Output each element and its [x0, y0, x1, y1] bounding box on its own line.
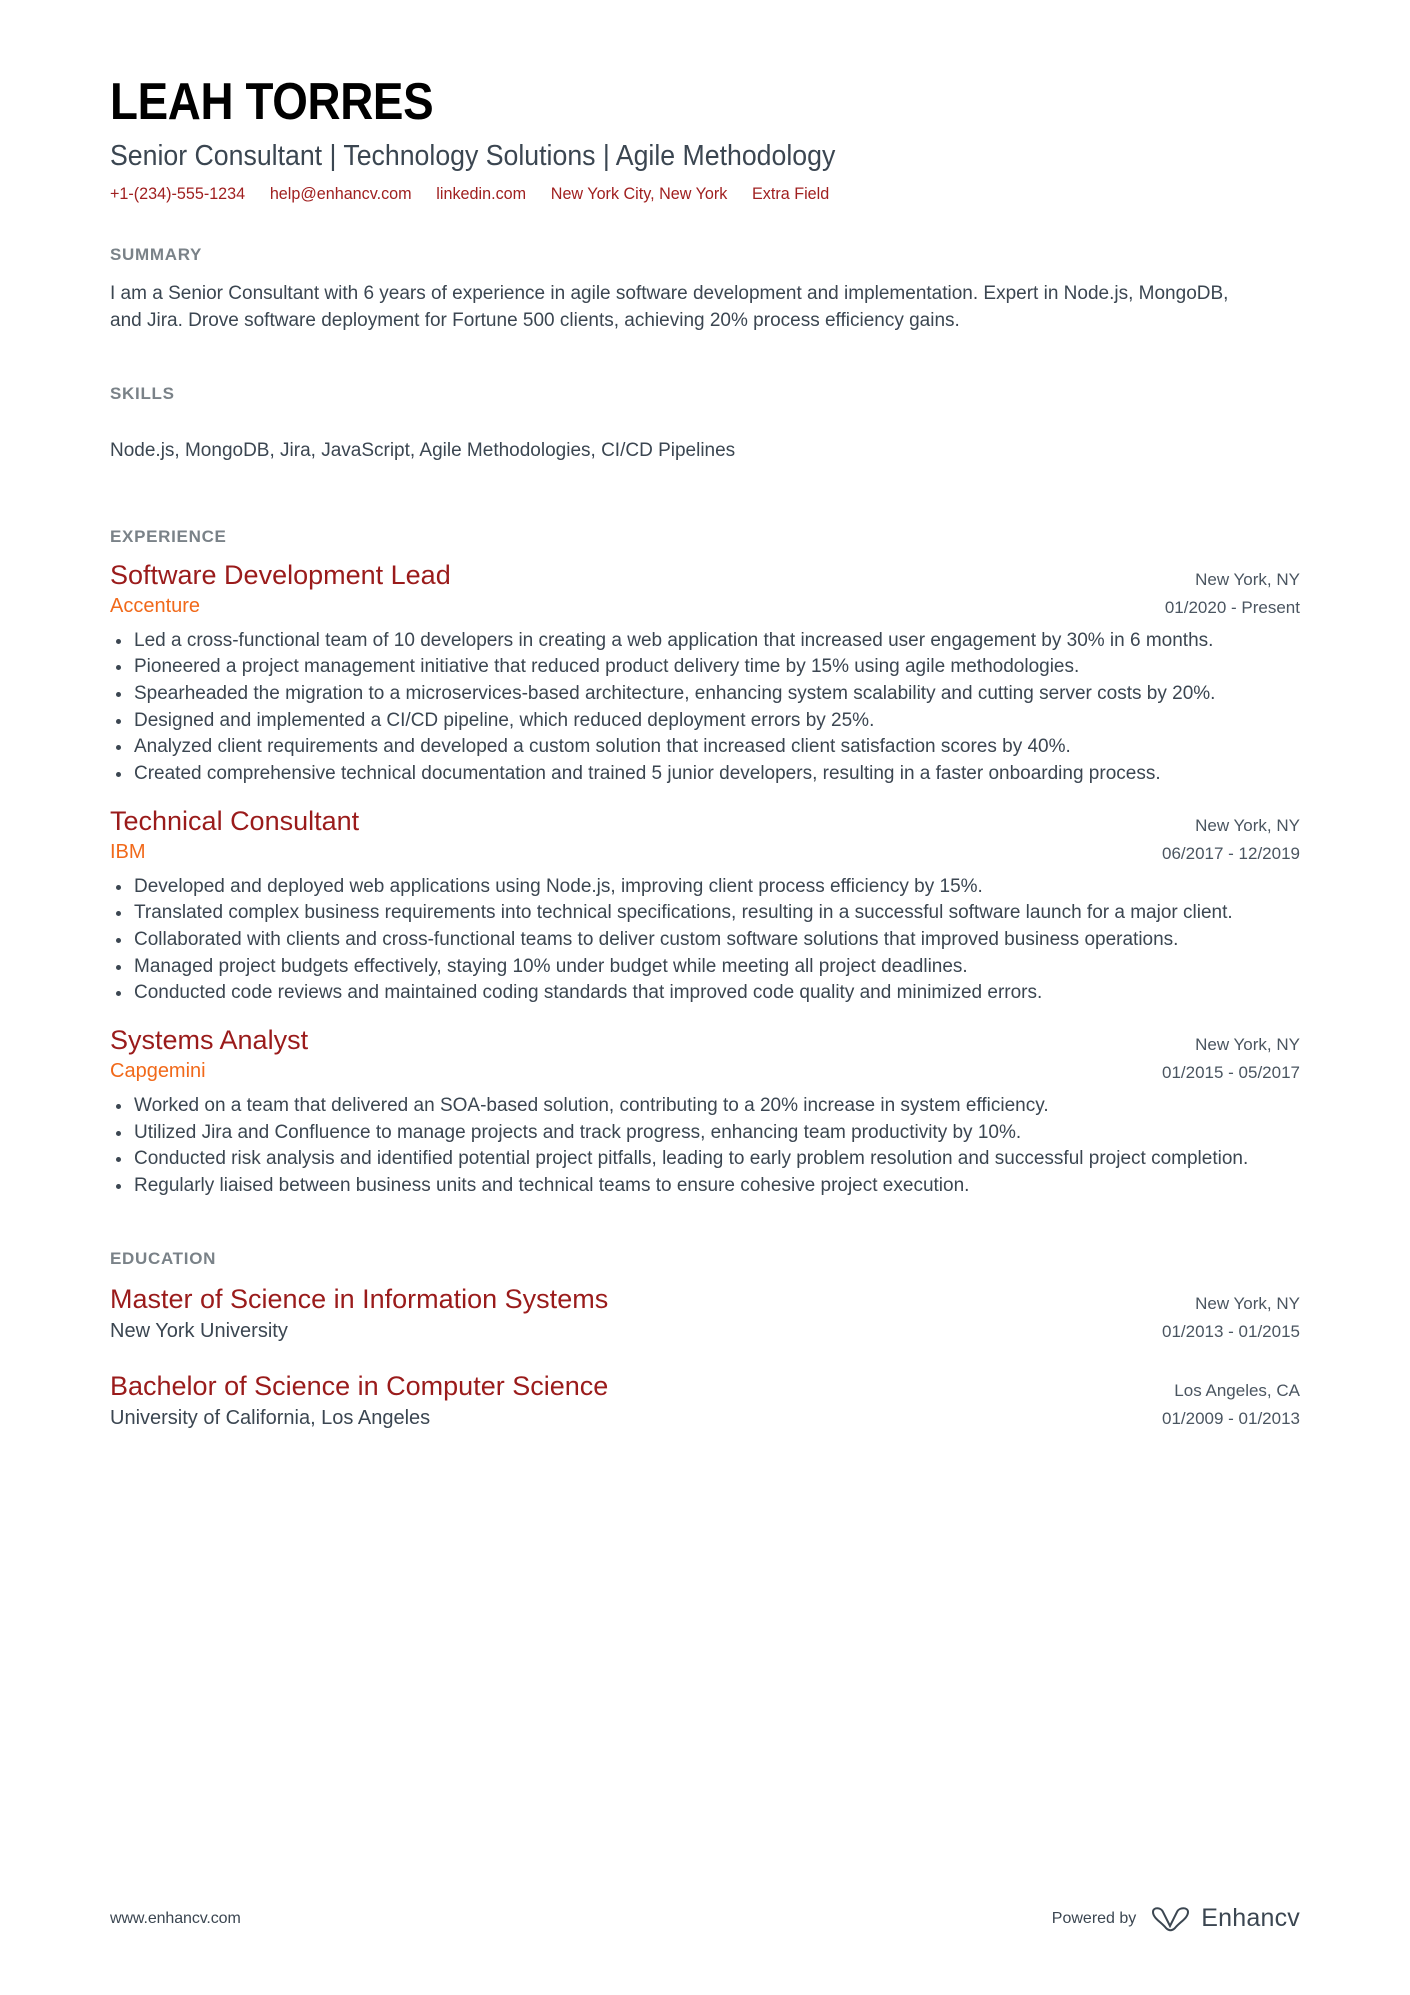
education-school: New York University	[110, 1319, 288, 1342]
section-title-experience: EXPERIENCE	[110, 527, 227, 547]
resume-header: LEAH TORRES Senior Consultant | Technolo…	[110, 75, 1300, 206]
experience-entry-main: Systems Analyst Capgemini	[110, 1024, 1138, 1084]
experience-entry-main: Software Development Lead Accenture	[110, 559, 1141, 619]
experience-job-title: Systems Analyst	[110, 1024, 309, 1055]
section-summary: SUMMARY I am a Senior Consultant with 6 …	[110, 244, 1300, 335]
bullet-item: Spearheaded the migration to a microserv…	[110, 681, 1300, 707]
resume-footer: www.enhancv.com Powered by Enhancv	[110, 1904, 1300, 1933]
candidate-name: LEAH TORRES	[110, 73, 434, 131]
education-entry-main: Master of Science in Information Systems…	[110, 1283, 1138, 1344]
education-entry-main: Bachelor of Science in Computer Science …	[110, 1370, 1138, 1431]
bullet-item: Led a cross-functional team of 10 develo…	[110, 628, 1300, 654]
contact-location: New York City, New York	[550, 183, 728, 203]
experience-entry: Systems Analyst Capgemini New York, NY 0…	[110, 1024, 1300, 1199]
education-entry-header: Bachelor of Science in Computer Science …	[110, 1370, 1300, 1433]
bullet-item: Conducted risk analysis and identified p…	[110, 1146, 1300, 1172]
bullet-item: Worked on a team that delivered an SOA-b…	[110, 1093, 1300, 1119]
experience-entry-header: Systems Analyst Capgemini New York, NY 0…	[110, 1024, 1300, 1087]
summary-text: I am a Senior Consultant with 6 years of…	[110, 282, 1229, 332]
section-experience: EXPERIENCE Software Development Lead Acc…	[110, 526, 1300, 1198]
section-title-summary: SUMMARY	[110, 244, 203, 264]
footer-branding: Powered by Enhancv	[1052, 1904, 1300, 1933]
education-location: New York, NY	[1195, 1293, 1300, 1313]
experience-bullets: Led a cross-functional team of 10 develo…	[110, 628, 1300, 787]
skills-list: Node.js, MongoDB, Jira, JavaScript, Agil…	[110, 439, 736, 461]
experience-company: Accenture	[110, 594, 201, 617]
powered-by-label: Powered by	[1051, 1909, 1137, 1927]
experience-entry-header: Technical Consultant IBM New York, NY 06…	[110, 805, 1300, 868]
contact-phone[interactable]: +1-(234)-555-1234	[110, 182, 245, 206]
experience-entry-meta: New York, NY 01/2015 - 05/2017	[1138, 1024, 1300, 1087]
contact-linkedin[interactable]: linkedin.com	[436, 182, 526, 206]
bullet-item: Pioneered a project management initiativ…	[110, 654, 1300, 680]
bullet-item: Utilized Jira and Confluence to manage p…	[110, 1120, 1300, 1146]
education-entry-meta: Los Angeles, CA 01/2009 - 01/2013	[1138, 1370, 1300, 1433]
experience-entry-main: Technical Consultant IBM	[110, 805, 1138, 865]
footer-website-url[interactable]: www.enhancv.com	[110, 1910, 241, 1928]
experience-dates: 01/2020 - Present	[1164, 597, 1300, 617]
bullet-item: Regularly liaised between business units…	[110, 1173, 1300, 1199]
section-title-skills: SKILLS	[110, 383, 175, 403]
education-degree: Bachelor of Science in Computer Science	[110, 1370, 609, 1401]
education-entry: Bachelor of Science in Computer Science …	[110, 1370, 1300, 1433]
candidate-headline: Senior Consultant | Technology Solutions…	[110, 139, 836, 172]
experience-location: New York, NY	[1195, 815, 1300, 835]
contact-email[interactable]: help@enhancv.com	[270, 182, 412, 206]
experience-company: IBM	[110, 840, 146, 863]
bullet-item: Created comprehensive technical document…	[110, 761, 1300, 787]
contact-extra-field: Extra Field	[752, 183, 830, 203]
experience-bullets: Worked on a team that delivered an SOA-b…	[110, 1093, 1300, 1199]
resume-page: LEAH TORRES Senior Consultant | Technolo…	[0, 0, 1410, 1995]
bullet-item: Developed and deployed web applications …	[110, 874, 1300, 900]
contact-row: +1-(234)-555-1234 help@enhancv.com linke…	[110, 182, 1241, 206]
experience-bullets: Developed and deployed web applications …	[110, 874, 1300, 1006]
brand-name: Enhancv	[1201, 1904, 1300, 1932]
experience-location: New York, NY	[1195, 569, 1300, 589]
bullet-item: Collaborated with clients and cross-func…	[110, 927, 1300, 953]
education-degree: Master of Science in Information Systems	[110, 1283, 609, 1314]
education-entry-meta: New York, NY 01/2013 - 01/2015	[1138, 1283, 1300, 1346]
bullet-item: Conducted code reviews and maintained co…	[110, 980, 1300, 1006]
education-dates: 01/2009 - 01/2013	[1161, 1408, 1300, 1428]
experience-entry: Software Development Lead Accenture New …	[110, 559, 1300, 787]
experience-entry: Technical Consultant IBM New York, NY 06…	[110, 805, 1300, 1006]
education-entry-header: Master of Science in Information Systems…	[110, 1283, 1300, 1346]
experience-job-title: Software Development Lead	[110, 559, 451, 590]
education-entry: Master of Science in Information Systems…	[110, 1283, 1300, 1346]
bullet-item: Analyzed client requirements and develop…	[110, 734, 1300, 760]
section-title-education: EDUCATION	[110, 1249, 217, 1269]
section-skills: SKILLS Node.js, MongoDB, Jira, JavaScrip…	[110, 383, 1300, 465]
bullet-item: Managed project budgets effectively, sta…	[110, 954, 1300, 980]
experience-company: Capgemini	[110, 1060, 206, 1083]
bullet-item: Translated complex business requirements…	[110, 900, 1300, 926]
education-school: University of California, Los Angeles	[110, 1407, 431, 1430]
education-dates: 01/2013 - 01/2015	[1161, 1321, 1300, 1341]
enhancv-logo: Enhancv	[1150, 1904, 1300, 1933]
experience-dates: 01/2015 - 05/2017	[1161, 1062, 1300, 1082]
experience-job-title: Technical Consultant	[110, 805, 360, 836]
experience-entry-header: Software Development Lead Accenture New …	[110, 559, 1300, 622]
education-location: Los Angeles, CA	[1174, 1380, 1300, 1400]
enhancv-mark-icon	[1152, 1906, 1190, 1931]
section-education: EDUCATION Master of Science in Informati…	[110, 1248, 1300, 1432]
experience-entry-meta: New York, NY 06/2017 - 12/2019	[1138, 805, 1300, 868]
experience-location: New York, NY	[1195, 1034, 1300, 1054]
experience-dates: 06/2017 - 12/2019	[1161, 843, 1300, 863]
bullet-item: Designed and implemented a CI/CD pipelin…	[110, 708, 1300, 734]
experience-entry-meta: New York, NY 01/2020 - Present	[1141, 559, 1300, 622]
